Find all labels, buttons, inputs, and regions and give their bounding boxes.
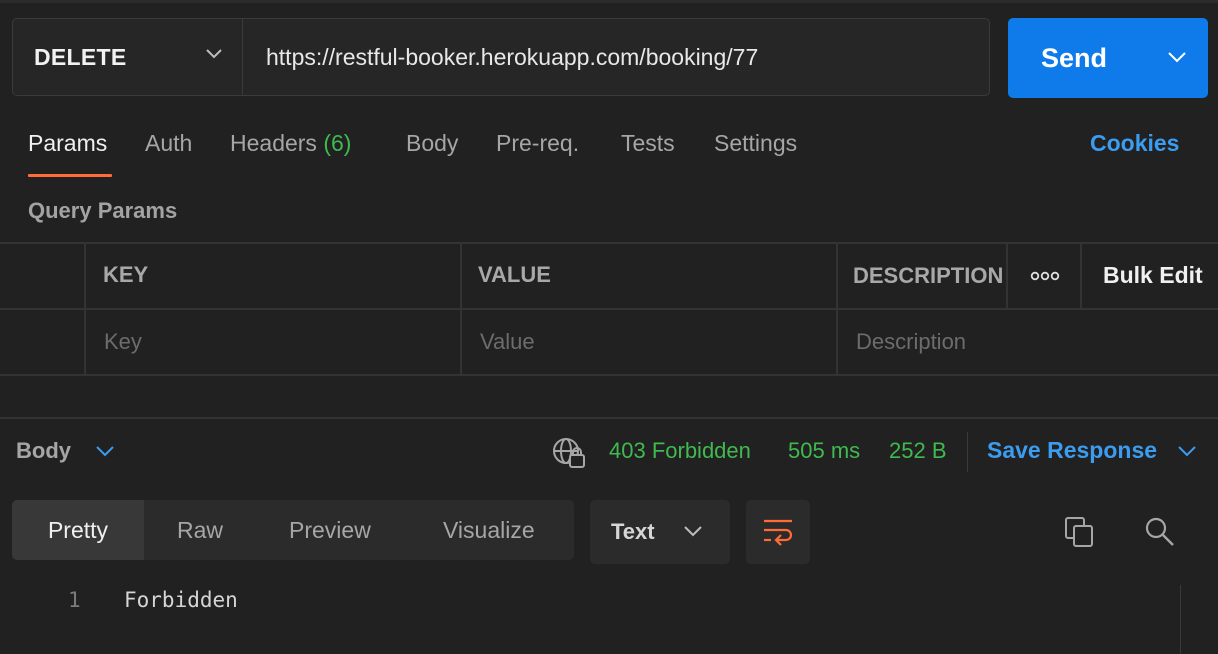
tab-params[interactable]: Params <box>28 130 107 157</box>
network-globe-icon[interactable] <box>552 437 586 469</box>
response-body-select[interactable]: Body <box>16 438 71 464</box>
chevron-down-icon <box>206 49 222 59</box>
column-header-description-label: DESCRIPTION <box>853 263 1004 288</box>
status-code[interactable]: 403 Forbidden <box>609 438 751 464</box>
table-border-top <box>0 242 1218 244</box>
url-input[interactable]: https://restful-booker.herokuapp.com/boo… <box>244 19 989 95</box>
tab-headers[interactable]: Headers (6) <box>230 130 351 157</box>
table-border-bottom <box>0 374 1218 376</box>
tab-preview[interactable]: Preview <box>289 500 371 560</box>
response-size[interactable]: 252 B <box>889 438 947 464</box>
column-divider <box>1080 242 1082 310</box>
column-header-key: KEY <box>103 262 149 287</box>
tab-visualize[interactable]: Visualize <box>443 500 535 560</box>
chevron-down-icon[interactable] <box>1178 446 1196 457</box>
tab-tests[interactable]: Tests <box>621 130 675 157</box>
response-body-text[interactable]: Forbidden <box>124 588 238 612</box>
cookies-link[interactable]: Cookies <box>1090 130 1179 157</box>
scrollbar[interactable] <box>1180 585 1218 654</box>
chevron-down-icon <box>684 526 702 537</box>
query-params-title: Query Params <box>28 198 178 223</box>
chevron-down-icon[interactable] <box>1168 52 1186 63</box>
column-divider <box>84 242 86 376</box>
response-divider <box>0 417 1218 419</box>
tab-body[interactable]: Body <box>406 130 458 157</box>
active-tab-indicator <box>28 174 112 177</box>
format-label: Text <box>611 519 655 544</box>
tab-headers-label: Headers <box>230 130 317 156</box>
tab-settings[interactable]: Settings <box>714 130 797 157</box>
wrap-lines-icon <box>764 519 793 546</box>
column-divider <box>1006 242 1008 310</box>
tab-pretty[interactable]: Pretty <box>12 500 144 560</box>
view-tabs: Pretty Raw Preview Visualize <box>12 500 574 560</box>
tab-auth[interactable]: Auth <box>145 130 192 157</box>
chevron-down-icon[interactable] <box>96 446 114 457</box>
column-divider <box>836 242 838 376</box>
wrap-lines-button[interactable] <box>746 500 810 564</box>
key-input[interactable] <box>104 310 444 374</box>
column-header-value: VALUE <box>478 262 551 287</box>
search-icon[interactable] <box>1144 516 1176 548</box>
copy-icon[interactable] <box>1064 516 1096 548</box>
top-border <box>0 0 1218 3</box>
response-time[interactable]: 505 ms <box>788 438 860 464</box>
bulk-edit-button[interactable]: Bulk Edit <box>1103 262 1203 289</box>
save-response-button[interactable]: Save Response <box>987 437 1157 464</box>
send-button[interactable]: Send <box>1008 18 1208 98</box>
description-input[interactable] <box>856 310 1196 374</box>
format-select[interactable]: Text <box>590 500 730 564</box>
divider <box>967 432 968 472</box>
tab-pre-request[interactable]: Pre-req. <box>496 130 579 157</box>
method-select[interactable]: DELETE <box>13 19 243 95</box>
more-options-icon[interactable] <box>1030 271 1060 281</box>
line-number: 1 <box>68 588 81 612</box>
column-divider <box>460 242 462 376</box>
method-label: DELETE <box>34 43 127 70</box>
column-header-description: DESCRIPTION <box>853 258 1005 294</box>
send-label: Send <box>1041 43 1108 73</box>
value-input[interactable] <box>480 310 820 374</box>
headers-count: (6) <box>323 130 352 156</box>
request-bar: DELETE https://restful-booker.herokuapp.… <box>12 18 990 96</box>
tab-raw[interactable]: Raw <box>177 500 223 560</box>
